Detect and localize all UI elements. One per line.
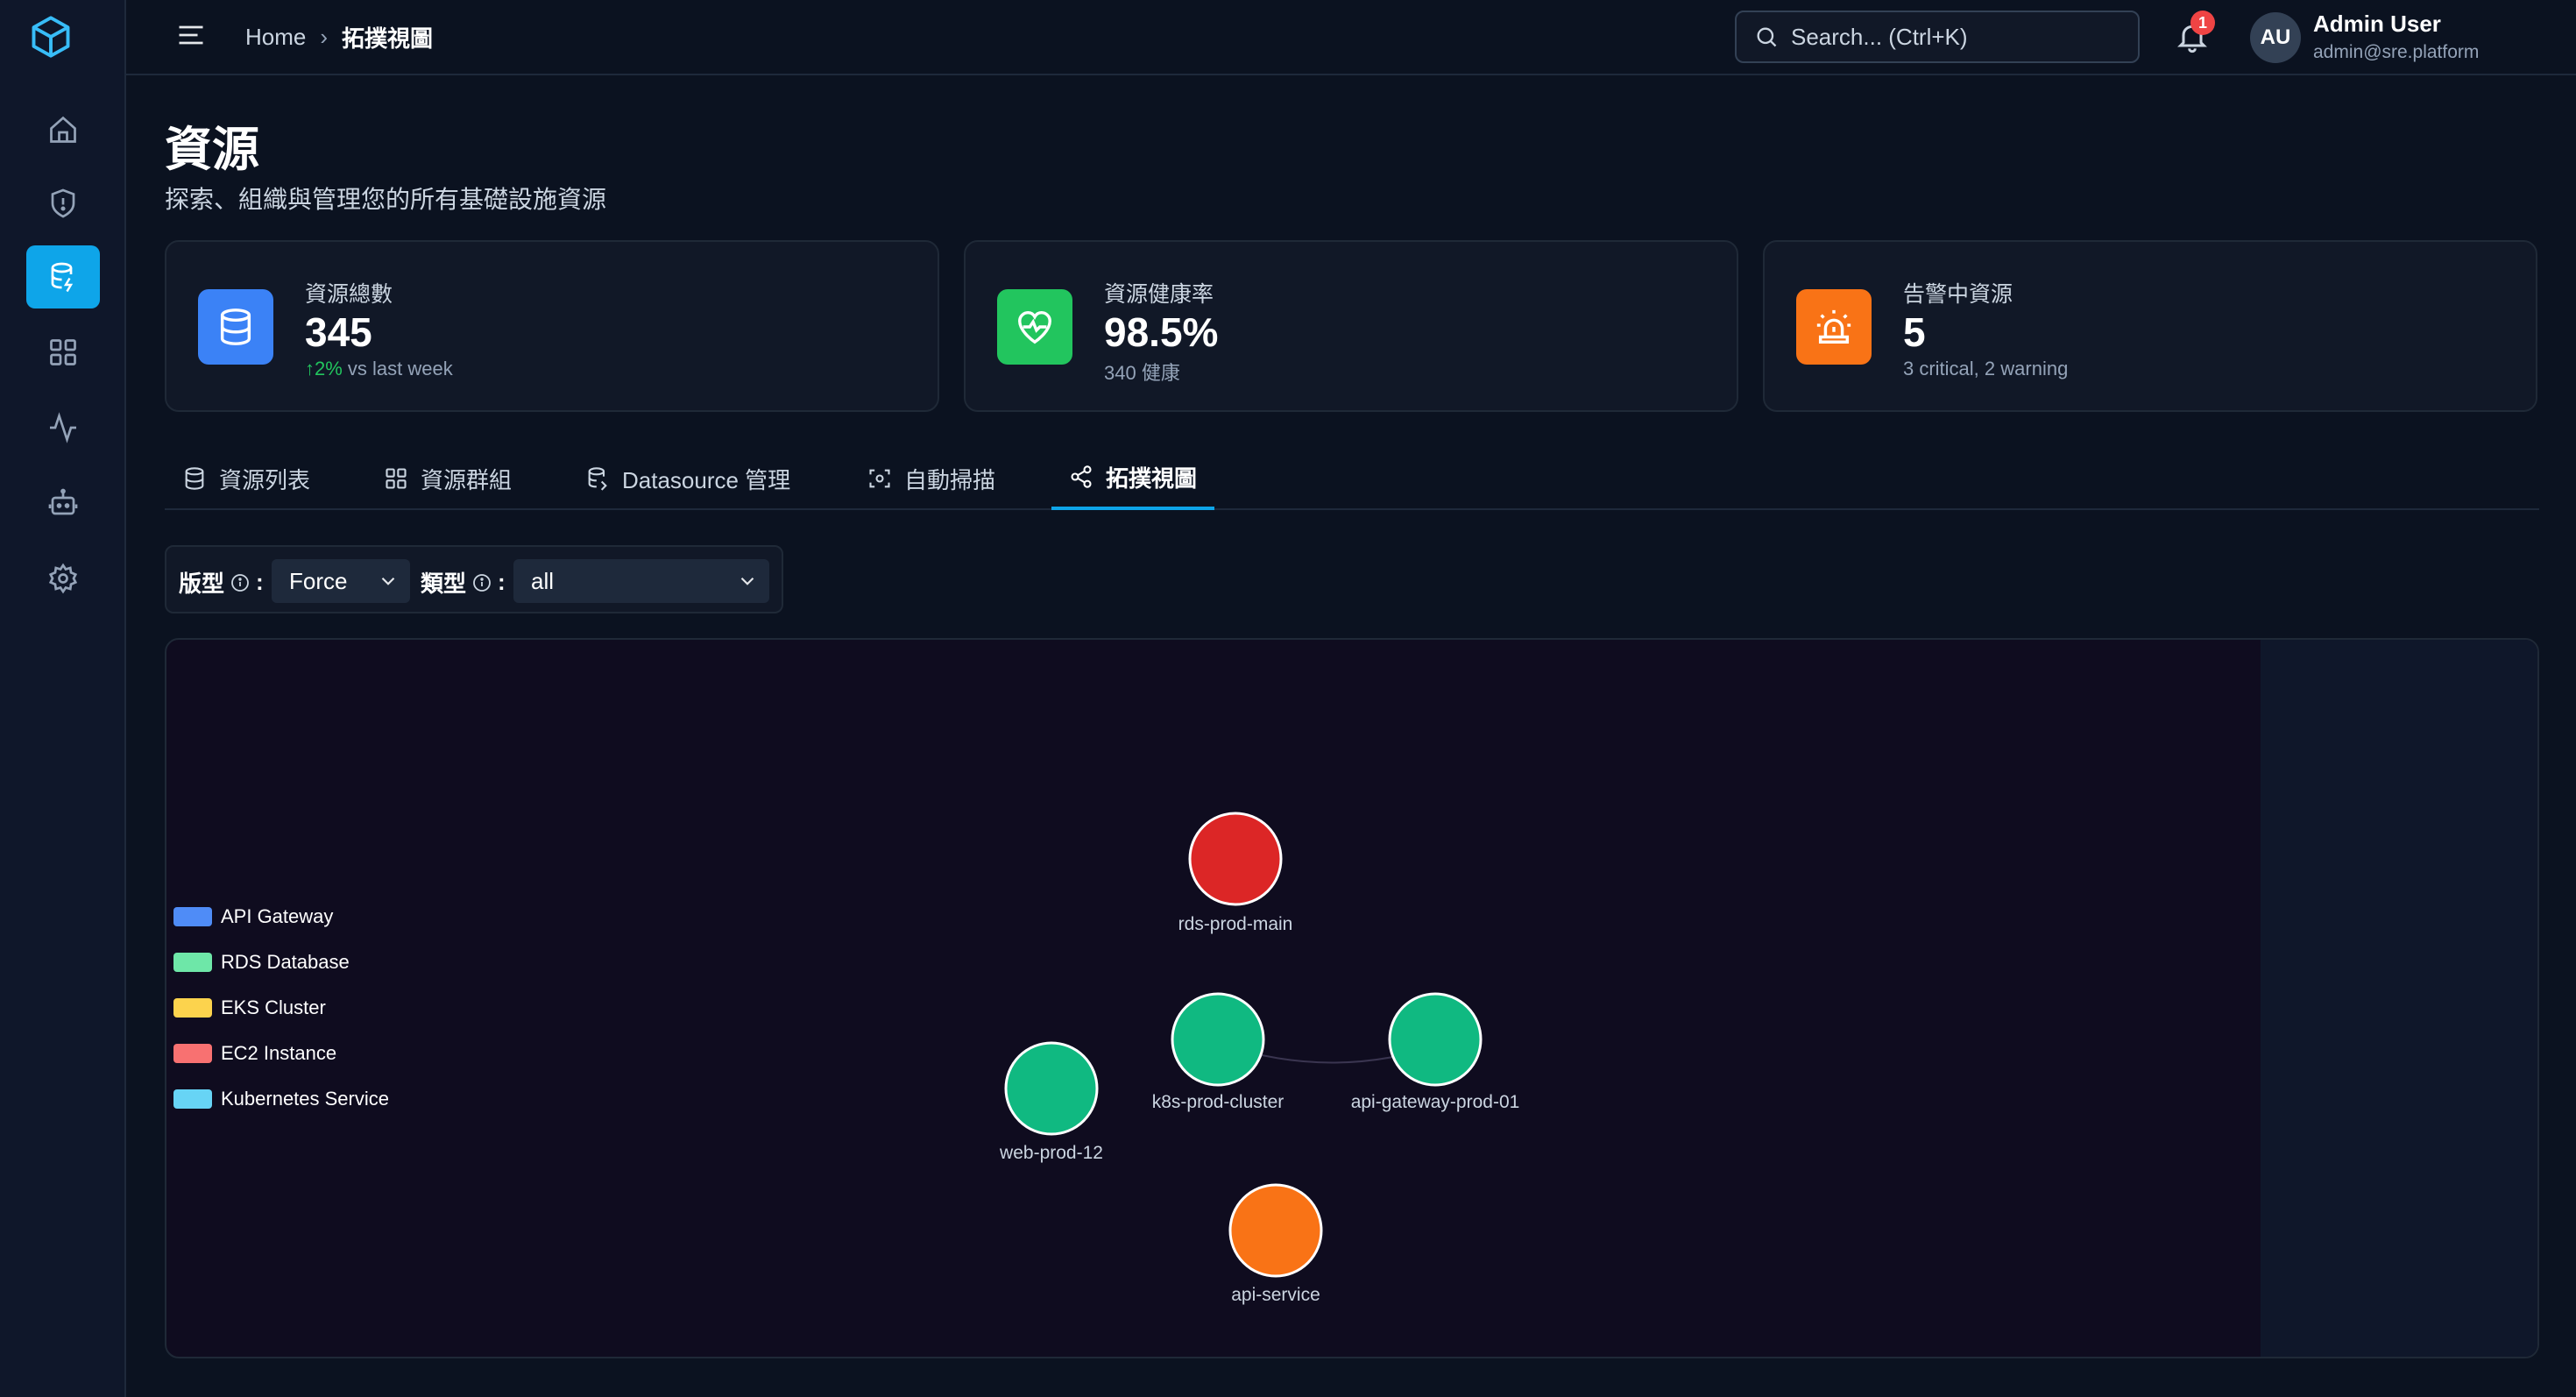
node-circle[interactable]: [1188, 812, 1283, 906]
layout-label: 版型 :: [179, 566, 264, 599]
type-label-text: 類型: [421, 571, 467, 597]
sidebar: [0, 0, 126, 1397]
nav-home-icon[interactable]: [26, 98, 100, 161]
type-colon: :: [498, 569, 506, 595]
stat-label: 資源健康率: [1104, 282, 1214, 307]
breadcrumb-current: 拓撲視圖: [342, 25, 434, 52]
type-select-value: all: [531, 567, 555, 594]
share-icon: [1071, 465, 1092, 488]
database-icon: [185, 467, 204, 490]
node-label: api-gateway-prod-01: [1351, 1092, 1520, 1112]
alarm-icon: [1796, 289, 1872, 365]
resource-tabs: 資源列表 資源群組 Datasource 管理 自動掃描 拓撲視圖: [165, 447, 2539, 510]
chevron-down-icon: [740, 577, 754, 585]
graph-node-rds-prod-main[interactable]: rds-prod-main: [1178, 812, 1293, 934]
tab-label: 拓撲視圖: [1106, 464, 1198, 492]
stat-label: 告警中資源: [1903, 282, 2013, 307]
tab-topology[interactable]: 拓撲視圖: [1051, 447, 1215, 510]
topology-graph[interactable]: rds-prod-main k8s-prod-cluster api-gatew…: [166, 640, 2261, 1358]
search-box[interactable]: [1735, 11, 2140, 63]
topology-canvas[interactable]: API Gateway RDS Database EKS Cluster EC2…: [165, 638, 2539, 1358]
grid-icon: [386, 468, 407, 489]
graph-node-api-service[interactable]: api-service: [1228, 1183, 1323, 1305]
node-circle[interactable]: [1171, 992, 1265, 1087]
top-header: Home › 拓撲視圖 1 AU Admin User admin@sre.pl…: [126, 0, 2576, 75]
nav-dashboard-icon[interactable]: [26, 321, 100, 384]
layout-select[interactable]: Force: [272, 559, 410, 603]
nav-settings-icon[interactable]: [26, 547, 100, 610]
menu-toggle-icon[interactable]: [175, 19, 207, 51]
stat-label: 資源總數: [305, 282, 393, 307]
type-label: 類型 :: [421, 566, 506, 599]
detail-panel: [2261, 640, 2537, 1357]
chevron-right-icon: ›: [320, 24, 329, 50]
heart-pulse-icon: [997, 289, 1072, 365]
stat-value: 345: [305, 309, 372, 355]
user-email: admin@sre.platform: [2313, 42, 2480, 62]
info-icon[interactable]: [471, 572, 492, 593]
stat-sub: 3 critical, 2 warning: [1903, 358, 2069, 379]
node-circle[interactable]: [1388, 992, 1483, 1087]
tab-datasource[interactable]: Datasource 管理: [568, 447, 808, 510]
topology-filter-bar: 版型 : Force 類型 : all: [165, 545, 783, 613]
tab-auto-scan[interactable]: 自動掃描: [850, 447, 1013, 510]
stat-card-total: 資源總數 345 ↑2% vs last week: [165, 240, 939, 412]
stat-card-health: 資源健康率 98.5% 340 健康: [964, 240, 1738, 412]
layout-label-text: 版型: [179, 571, 225, 597]
node-circle[interactable]: [1004, 1041, 1099, 1136]
database-icon: [198, 289, 273, 365]
scan-icon: [869, 469, 890, 488]
graph-node-k8s-prod-cluster[interactable]: k8s-prod-cluster: [1152, 992, 1284, 1112]
stat-sub: ↑2% vs last week: [305, 358, 453, 380]
node-label: api-service: [1231, 1285, 1320, 1305]
notification-badge: 1: [2190, 11, 2215, 35]
stat-sub-text: vs last week: [342, 358, 453, 379]
user-name[interactable]: Admin User: [2313, 11, 2441, 38]
breadcrumb: Home › 拓撲視圖: [245, 21, 433, 53]
tab-label: 資源列表: [219, 466, 311, 493]
info-icon[interactable]: [230, 572, 251, 593]
breadcrumb-home[interactable]: Home: [245, 24, 306, 51]
layout-select-value: Force: [289, 567, 348, 594]
graph-node-api-gateway-prod-01[interactable]: api-gateway-prod-01: [1351, 992, 1520, 1112]
layout-colon: :: [256, 569, 264, 595]
stat-sub: 340 健康: [1104, 362, 1180, 384]
stat-value: 98.5%: [1104, 309, 1219, 355]
nav-robot-icon[interactable]: [26, 472, 100, 535]
nav-shield-icon[interactable]: [26, 172, 100, 235]
node-label: web-prod-12: [999, 1143, 1103, 1163]
tab-resource-groups[interactable]: 資源群組: [366, 447, 529, 510]
search-icon: [1757, 27, 1777, 47]
tab-label: 資源群組: [421, 466, 513, 493]
tab-resource-list[interactable]: 資源列表: [165, 447, 328, 510]
page-title: 資源: [165, 124, 259, 176]
stat-value: 5: [1903, 309, 1926, 355]
search-input[interactable]: [1791, 23, 2124, 51]
type-select[interactable]: all: [513, 559, 769, 603]
trend-up: ↑2%: [305, 358, 343, 379]
logo-cube-icon[interactable]: [26, 12, 75, 61]
chevron-down-icon: [381, 577, 395, 585]
node-label: k8s-prod-cluster: [1152, 1092, 1284, 1112]
avatar[interactable]: AU: [2250, 12, 2301, 63]
page-subtitle: 探索、組織與管理您的所有基礎設施資源: [165, 186, 607, 213]
nav-resources-icon[interactable]: [26, 245, 100, 308]
node-circle[interactable]: [1228, 1183, 1323, 1278]
node-label: rds-prod-main: [1178, 914, 1293, 934]
nav-activity-icon[interactable]: [26, 396, 100, 459]
tab-label: Datasource 管理: [622, 466, 791, 493]
datasource-icon: [588, 467, 607, 491]
graph-node-web-prod-12[interactable]: web-prod-12: [999, 1041, 1103, 1163]
tab-label: 自動掃描: [904, 466, 996, 493]
stat-card-alerts: 告警中資源 5 3 critical, 2 warning: [1763, 240, 2537, 412]
